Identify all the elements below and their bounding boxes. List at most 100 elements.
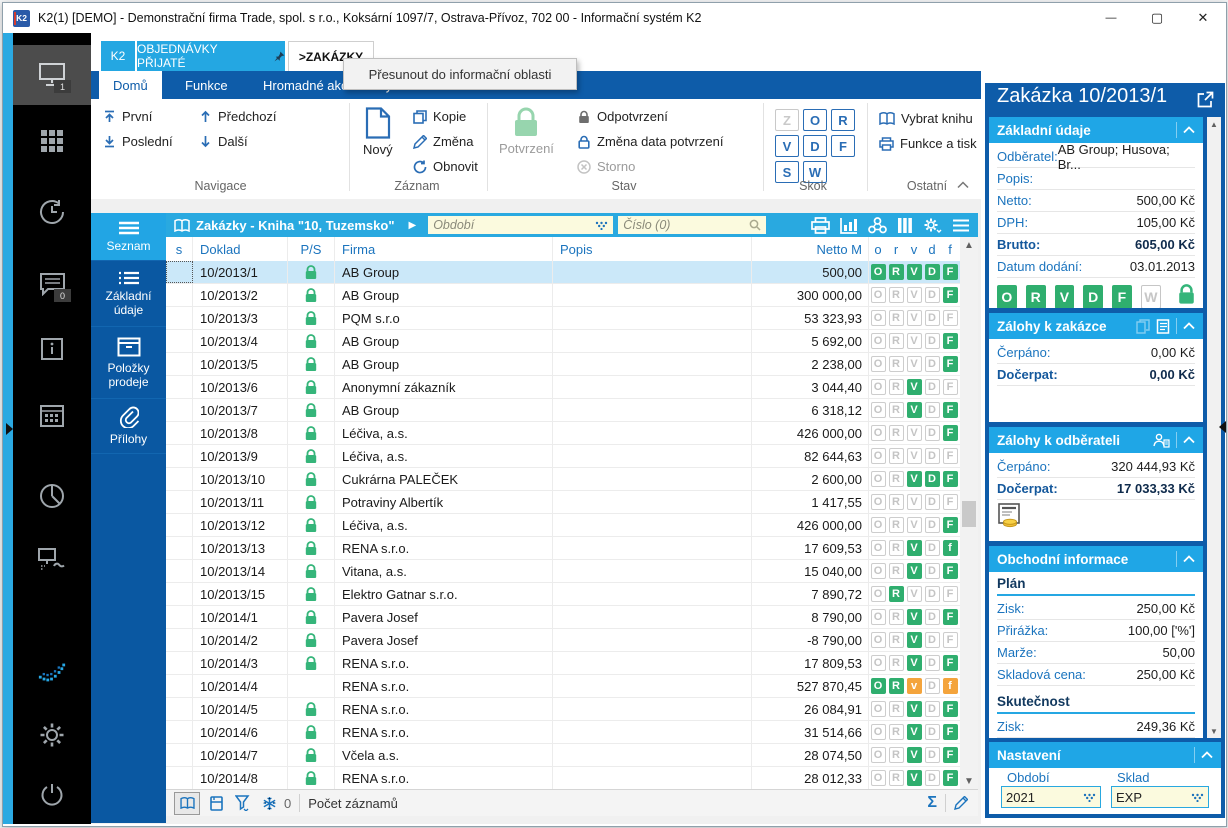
table-row[interactable]: 10/2013/3PQM s.r.o53 323,93ORVDF <box>166 307 960 330</box>
collapse-icon[interactable] <box>1183 322 1195 330</box>
close-button[interactable]: ✕ <box>1180 3 1226 33</box>
section-header[interactable]: Základní údaje <box>989 117 1203 143</box>
table-row[interactable]: 10/2013/7AB Group6 318,12ORVDF <box>166 399 960 422</box>
tab-objednavky-prijate[interactable]: OBJEDNÁVKY PŘIJATÉ <box>137 41 285 71</box>
minimize-button[interactable]: — <box>1088 3 1134 33</box>
copy-document-icon[interactable] <box>1136 319 1150 334</box>
row-selector-cell[interactable] <box>166 698 193 720</box>
filter-icon[interactable] <box>235 795 250 811</box>
copy-button[interactable]: Kopie <box>413 109 466 124</box>
table-row[interactable]: 10/2014/2Pavera Josef-8 790,00ORVDF <box>166 629 960 652</box>
collapse-icon[interactable] <box>1183 555 1195 563</box>
table-row[interactable]: 10/2014/1Pavera Josef8 790,00ORVDF <box>166 606 960 629</box>
view-nav-polozky-prodeje[interactable]: Položky prodeje <box>91 327 166 399</box>
record-count-label[interactable]: Počet záznamů <box>308 796 398 811</box>
table-row[interactable]: 10/2013/1AB Group500,00ORVDF <box>166 261 960 284</box>
row-selector-cell[interactable] <box>166 560 193 582</box>
document-list-icon[interactable] <box>1156 319 1170 334</box>
row-selector-cell[interactable] <box>166 399 193 421</box>
row-selector-cell[interactable] <box>166 307 193 329</box>
apps-grid-icon[interactable] <box>37 126 67 156</box>
table-row[interactable]: 10/2013/12Léčiva, a.s.426 000,00ORVDF <box>166 514 960 537</box>
chart-icon[interactable] <box>840 217 858 234</box>
row-selector-cell[interactable] <box>166 514 193 536</box>
open-external-icon[interactable] <box>1197 91 1214 108</box>
row-selector-cell[interactable] <box>166 445 193 467</box>
section-header[interactable]: Obchodní informace <box>989 546 1203 572</box>
view-nav-prilohy[interactable]: Přílohy <box>91 399 166 454</box>
table-row[interactable]: 10/2014/8RENA s.r.o.28 012,33ORVDF <box>166 767 960 789</box>
collapse-icon[interactable] <box>1201 751 1213 759</box>
scroll-up-icon[interactable]: ▲ <box>960 237 978 253</box>
table-menu-icon[interactable] <box>952 219 970 232</box>
confirm-button[interactable]: Potvrzení <box>499 107 554 156</box>
table-row[interactable]: 10/2013/13RENA s.r.o.17 609,53ORVDf <box>166 537 960 560</box>
pie-chart-icon[interactable] <box>37 481 67 511</box>
row-selector-cell[interactable] <box>166 468 193 490</box>
collapse-ribbon-icon[interactable] <box>957 181 969 189</box>
change-button[interactable]: Změna <box>413 134 473 149</box>
row-selector-cell[interactable] <box>166 721 193 743</box>
customer-advances-icon[interactable] <box>1153 433 1170 448</box>
col-header-popis[interactable]: Popis <box>553 237 752 261</box>
row-selector-cell[interactable] <box>166 422 193 444</box>
table-row[interactable]: 10/2014/4RENA s.r.o.527 870,45ORvDf <box>166 675 960 698</box>
row-selector-cell[interactable] <box>166 376 193 398</box>
row-selector-cell[interactable] <box>166 583 193 605</box>
info-icon[interactable] <box>37 334 67 364</box>
previous-button[interactable]: Předchozí <box>199 109 277 124</box>
table-row[interactable]: 10/2013/10Cukrárna PALEČEK2 600,00ORVDF <box>166 468 960 491</box>
number-filter-input[interactable]: Číslo (0) <box>618 216 766 234</box>
skok-z-button[interactable]: Z <box>775 109 799 131</box>
print-icon[interactable] <box>811 217 830 234</box>
col-header-o[interactable]: o <box>869 237 887 261</box>
table-row[interactable]: 10/2013/4AB Group5 692,00ORVDF <box>166 330 960 353</box>
table-row[interactable]: 10/2013/9Léčiva, a.s.82 644,63ORVDF <box>166 445 960 468</box>
row-selector-cell[interactable] <box>166 537 193 559</box>
col-header-f[interactable]: f <box>941 237 959 261</box>
change-confirm-date-button[interactable]: Změna data potvrzení <box>577 134 723 149</box>
tab-k2[interactable]: K2 <box>101 41 135 71</box>
col-header-r[interactable]: r <box>887 237 905 261</box>
skok-v-button[interactable]: V <box>775 135 799 157</box>
table-row[interactable]: 10/2013/6Anonymní zákazník3 044,40ORVDF <box>166 376 960 399</box>
period-filter-input[interactable]: Období <box>428 216 613 234</box>
snowflake-icon[interactable] <box>262 796 277 811</box>
table-row[interactable]: 10/2013/15Elektro Gatnar s.r.o.7 890,72O… <box>166 583 960 606</box>
section-header[interactable]: Zálohy k zakázce <box>989 313 1203 339</box>
sum-icon[interactable]: Σ <box>927 794 937 812</box>
ribbon-tab-domu[interactable]: Domů <box>99 71 162 99</box>
table-row[interactable]: 10/2014/5RENA s.r.o.26 084,91ORVDF <box>166 698 960 721</box>
detail-status-r[interactable]: R <box>1026 285 1046 308</box>
col-header-d[interactable]: d <box>923 237 941 261</box>
expand-book-menu-icon[interactable]: ▶ <box>409 220 417 231</box>
last-button[interactable]: Poslední <box>103 134 173 149</box>
detail-status-v[interactable]: V <box>1055 285 1075 308</box>
table-row[interactable]: 10/2013/2AB Group300 000,00ORVDF <box>166 284 960 307</box>
functions-print-button[interactable]: Funkce a tisk <box>879 136 977 151</box>
table-row[interactable]: 10/2013/5AB Group2 238,00ORVDF <box>166 353 960 376</box>
skok-d-button[interactable]: D <box>803 135 827 157</box>
settings-gear-icon[interactable] <box>37 720 67 750</box>
collapse-right-panel-handle[interactable] <box>1219 421 1226 433</box>
row-selector-cell[interactable] <box>166 606 193 628</box>
col-header-ps[interactable]: P/S <box>288 237 335 261</box>
messages-icon[interactable]: 0 <box>37 269 67 299</box>
unconfirm-button[interactable]: Odpotvrzení <box>577 109 668 124</box>
col-header-v[interactable]: v <box>905 237 923 261</box>
row-selector-cell[interactable] <box>166 744 193 766</box>
detail-status-o[interactable]: O <box>997 285 1017 308</box>
calendar-icon[interactable] <box>37 400 67 430</box>
detail-status-d[interactable]: D <box>1083 285 1103 308</box>
skok-o-button[interactable]: O <box>803 109 827 131</box>
expand-left-panel-handle[interactable] <box>6 423 13 435</box>
workflow-icon[interactable] <box>868 217 887 234</box>
section-header[interactable]: Nastavení <box>989 742 1221 768</box>
row-selector-cell[interactable] <box>166 491 193 513</box>
ribbon-tab-funkce[interactable]: Funkce <box>171 71 242 99</box>
row-selector-cell[interactable] <box>166 767 193 789</box>
col-header-s[interactable]: s <box>166 237 193 261</box>
cancel-storno-button[interactable]: Storno <box>577 159 635 174</box>
remote-support-icon[interactable] <box>37 546 67 576</box>
col-header-doklad[interactable]: Doklad <box>193 237 288 261</box>
